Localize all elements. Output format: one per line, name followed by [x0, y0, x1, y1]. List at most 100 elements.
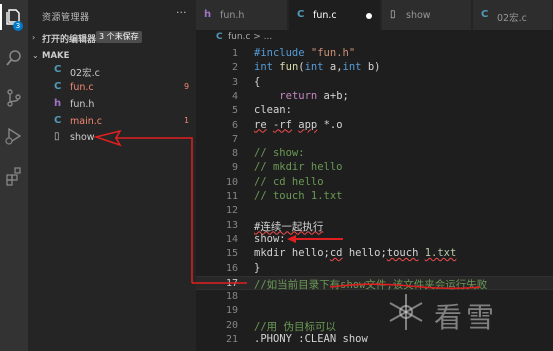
- tab-label: 02宏.c: [497, 13, 527, 24]
- activity-bar: 3: [0, 0, 28, 351]
- watermark-snowflake-icon: [389, 294, 423, 330]
- file-item-fun-c[interactable]: C fun.c 9: [28, 80, 196, 96]
- unsaved-dot-icon[interactable]: [366, 13, 372, 19]
- line-number: 5: [231, 105, 238, 117]
- line-number: 19: [225, 305, 238, 317]
- code-line[interactable]: 14 show:: [196, 233, 553, 247]
- chevron-down-icon: ⌄: [32, 51, 39, 60]
- code-text[interactable]: #连续一起执行: [254, 219, 323, 234]
- line-number: 14: [225, 233, 238, 245]
- code-line[interactable]: 3{: [196, 76, 553, 90]
- code-line[interactable]: 5 clean:: [196, 104, 553, 118]
- extensions-icon[interactable]: [4, 166, 24, 186]
- file-name: fun.h: [70, 99, 95, 110]
- h-file-icon: h: [54, 98, 62, 109]
- line-number: 9: [231, 162, 238, 174]
- code-text[interactable]: // mkdir hello: [254, 161, 343, 173]
- watermark-text: 看雪: [434, 301, 499, 334]
- tab-label: show: [406, 10, 431, 21]
- code-line[interactable]: 16}: [196, 262, 553, 276]
- line-number: 17: [225, 277, 238, 289]
- code-line[interactable]: 7: [196, 133, 553, 147]
- code-text[interactable]: clean:: [254, 104, 292, 116]
- unsaved-badge: 3 个未保存: [96, 31, 142, 43]
- source-control-icon[interactable]: [4, 88, 24, 108]
- tab-label: fun.c: [313, 10, 337, 21]
- tab-fun-h[interactable]: h fun.h: [196, 0, 288, 30]
- open-editors-section[interactable]: › 打开的编辑器 3 个未保存: [28, 30, 196, 46]
- folder-make[interactable]: ⌄ MAKE: [28, 48, 196, 64]
- c-file-icon: C: [481, 9, 489, 20]
- line-number: 15: [225, 248, 238, 260]
- code-text[interactable]: // cd hello: [254, 176, 324, 188]
- line-number: 8: [231, 148, 238, 160]
- line-number: 1: [231, 48, 238, 59]
- explorer-sidebar: 资源管理器 ··· › 打开的编辑器 3 个未保存 ⌄ MAKE C 02宏.c…: [28, 0, 196, 351]
- file-icon: ▯: [390, 9, 396, 20]
- code-line[interactable]: 2 int fun(int a,int b): [196, 61, 553, 75]
- code-line[interactable]: 8 // show:: [196, 147, 553, 161]
- code-text[interactable]: //用 伪目标可以: [254, 319, 336, 334]
- c-file-icon: C: [54, 81, 62, 92]
- line-number: 7: [231, 133, 238, 145]
- line-number: 18: [225, 291, 238, 303]
- file-item-fun-h[interactable]: h fun.h: [28, 97, 196, 113]
- code-line[interactable]: 11 // touch 1.txt: [196, 190, 553, 204]
- tab-02[interactable]: C 02宏.c: [473, 0, 553, 30]
- search-icon[interactable]: [4, 48, 24, 68]
- line-number: 3: [231, 76, 238, 88]
- code-text[interactable]: // touch 1.txt: [254, 190, 343, 202]
- tab-show[interactable]: ▯ show: [382, 0, 472, 30]
- breadcrumb[interactable]: C fun.c > ...: [196, 30, 553, 46]
- code-line[interactable]: 4 return a+b;: [196, 90, 553, 104]
- code-line[interactable]: 15 mkdir hello;cd hello;touch 1.txt: [196, 247, 553, 261]
- watermark-logo: 看雪: [378, 286, 548, 336]
- code-text[interactable]: int fun(int a,int b): [254, 61, 380, 73]
- sidebar-title: 资源管理器: [42, 13, 90, 23]
- line-number: 11: [225, 191, 238, 202]
- breadcrumb-label: fun.c > ...: [228, 32, 273, 42]
- h-file-icon: h: [204, 9, 212, 20]
- file-name: fun.c: [70, 82, 94, 93]
- explorer-badge: 3: [13, 21, 23, 31]
- open-editors-label: 打开的编辑器: [42, 35, 97, 45]
- code-text[interactable]: {: [254, 76, 260, 88]
- code-text[interactable]: show:: [254, 233, 286, 245]
- problem-count: 1: [184, 116, 190, 125]
- active-indicator: [0, 4, 2, 30]
- code-text[interactable]: mkdir hello;cd hello;touch 1.txt: [254, 247, 456, 259]
- line-number: 21: [225, 334, 238, 345]
- code-line[interactable]: 12: [196, 204, 553, 218]
- editor-tabs: h fun.h C fun.c ▯ show C 02宏.c: [196, 0, 553, 30]
- c-file-icon: C: [297, 9, 305, 20]
- line-number: 20: [225, 319, 238, 331]
- code-text[interactable]: return a+b;: [254, 90, 349, 102]
- tab-fun-c[interactable]: C fun.c: [289, 0, 381, 30]
- file-name: 02宏.c: [70, 68, 100, 79]
- line-number: 12: [225, 205, 238, 217]
- code-text[interactable]: // show:: [254, 147, 305, 159]
- chevron-right-icon: ›: [32, 33, 36, 42]
- line-number: 2: [231, 62, 238, 74]
- code-line[interactable]: 1 #include "fun.h": [196, 47, 553, 61]
- code-line[interactable]: 9 // mkdir hello: [196, 161, 553, 175]
- code-text[interactable]: }: [254, 262, 260, 274]
- file-item-main-c[interactable]: C main.c 1: [28, 114, 196, 130]
- code-line[interactable]: 10 // cd hello: [196, 176, 553, 190]
- c-file-icon: C: [54, 115, 62, 126]
- run-debug-icon[interactable]: [4, 126, 24, 146]
- file-item-show[interactable]: ▯ show: [28, 130, 196, 146]
- problem-count: 9: [184, 82, 190, 91]
- code-text[interactable]: .PHONY :CLEAN show: [254, 333, 368, 345]
- c-file-icon: C: [54, 64, 62, 75]
- more-actions-button[interactable]: ···: [176, 6, 187, 19]
- code-line[interactable]: 6 re -rf app *.o: [196, 119, 553, 133]
- file-item-02[interactable]: C 02宏.c: [28, 63, 196, 79]
- code-line[interactable]: 13 #连续一起执行: [196, 219, 553, 233]
- line-number: 4: [231, 90, 238, 102]
- code-text[interactable]: #include "fun.h": [254, 47, 355, 59]
- tab-label: fun.h: [220, 10, 245, 21]
- folder-label: MAKE: [42, 51, 70, 61]
- code-text[interactable]: re -rf app *.o: [254, 119, 343, 131]
- line-number: 16: [225, 262, 238, 274]
